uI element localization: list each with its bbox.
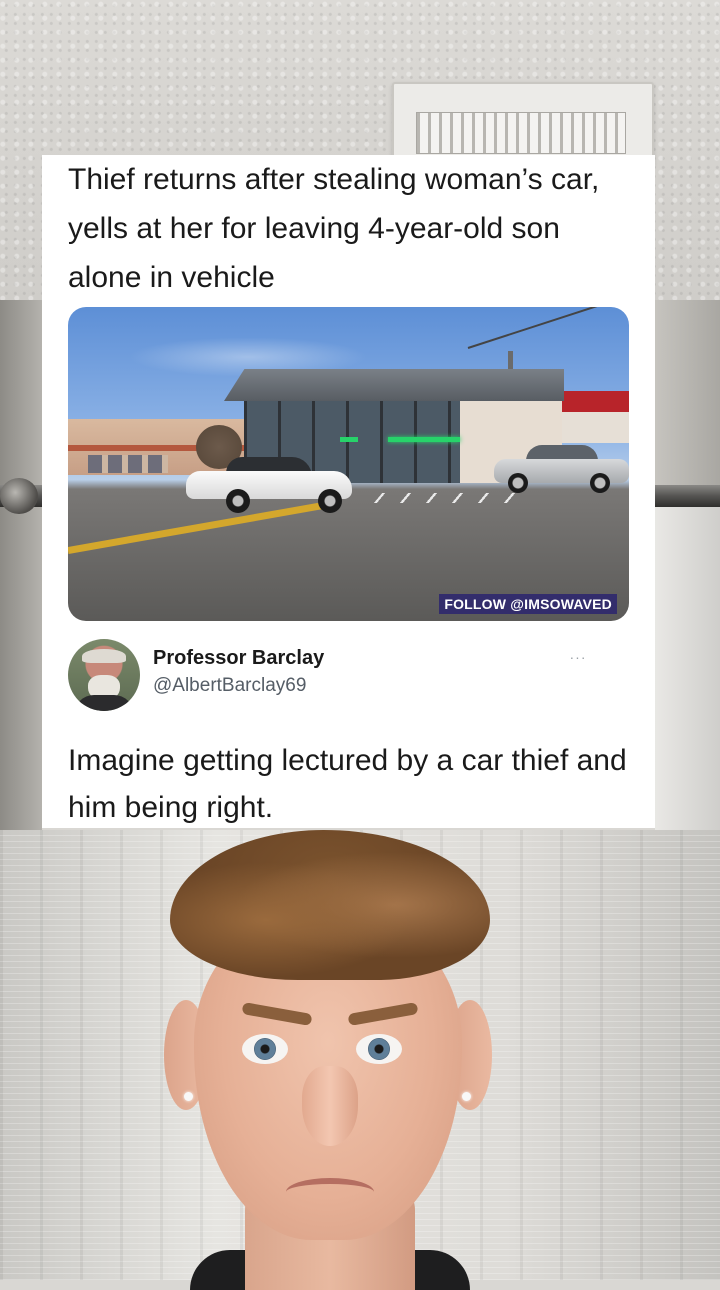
store-neon-light-small (340, 437, 358, 442)
tweet-text: Imagine getting lectured by a car thief … (68, 744, 627, 824)
earring-left (184, 1092, 193, 1101)
author-handle[interactable]: @AlbertBarclay69 (153, 675, 306, 697)
post-card: Thief returns after stealing woman’s car… (42, 155, 655, 828)
silver-car-wheel-front (508, 473, 528, 493)
follow-watermark: FOLLOW @IMSOWAVED (439, 594, 617, 614)
wall-left (0, 300, 42, 860)
power-line (467, 307, 629, 349)
right-eye (356, 1034, 402, 1064)
right-iris (368, 1038, 390, 1060)
white-car-wheel-front (226, 489, 250, 513)
store-roof (224, 369, 564, 401)
more-options-icon[interactable]: ··· (566, 649, 590, 665)
white-car (186, 457, 352, 513)
avatar[interactable] (68, 639, 140, 711)
news-headline: Thief returns after stealing woman’s car… (68, 163, 600, 294)
store-neon-light (388, 437, 460, 442)
hair (170, 830, 490, 980)
silver-car-wheel-rear (590, 473, 610, 493)
left-iris (254, 1038, 276, 1060)
frowning-mouth (286, 1178, 374, 1206)
silver-car (494, 445, 629, 493)
left-eye (242, 1034, 288, 1064)
author-name[interactable]: Professor Barclay (153, 647, 324, 670)
vent-slats (416, 112, 626, 154)
nose (302, 1066, 358, 1146)
curtain-rod-cap (0, 478, 38, 514)
parking-stripes (373, 493, 523, 503)
earring-right (462, 1092, 471, 1101)
person-reacting (150, 830, 510, 1290)
parking-lot-line (68, 501, 325, 554)
avatar-coat (74, 695, 134, 711)
photo-red-building (562, 391, 629, 443)
white-car-wheel-rear (318, 489, 342, 513)
avatar-hair (82, 649, 126, 663)
photo-building-windows (88, 455, 168, 473)
news-photo: FOLLOW @IMSOWAVED (68, 307, 629, 621)
ceiling-vent (392, 82, 654, 166)
curtain-upper (655, 505, 720, 835)
